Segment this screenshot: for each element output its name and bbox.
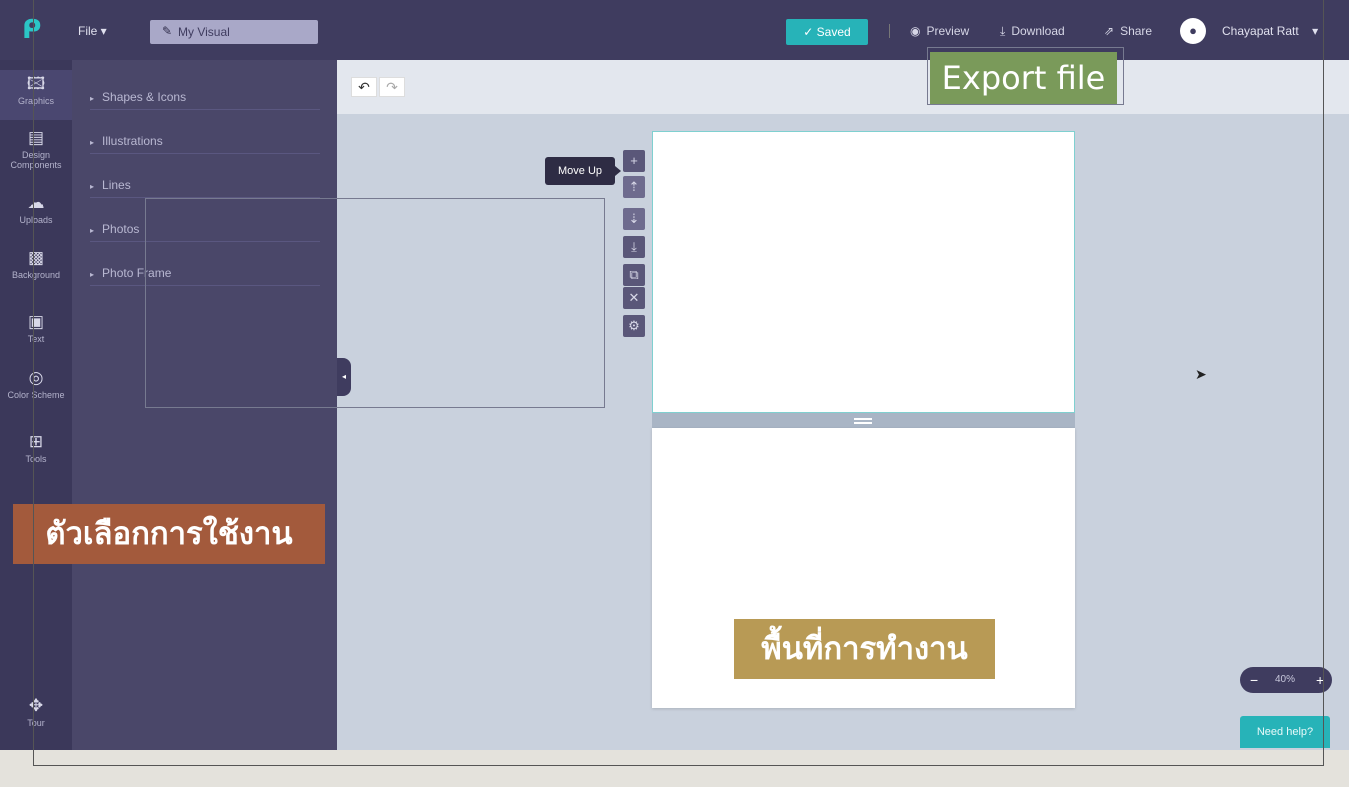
zoom-out-button[interactable]: − bbox=[1250, 667, 1258, 693]
sidebar-item-tour[interactable]: ✥ Tour bbox=[0, 696, 72, 728]
canvas-page-1[interactable] bbox=[652, 131, 1075, 413]
compass-icon: ✥ bbox=[28, 696, 44, 715]
sidebar-item-tools[interactable]: ⊞ Tools bbox=[0, 432, 72, 464]
cloud-upload-icon: ☁ bbox=[27, 193, 45, 212]
add-block-button[interactable]: + bbox=[623, 150, 645, 172]
sidebar-item-label: Text bbox=[27, 334, 45, 344]
panel-item-shapes-icons[interactable]: ▸ Shapes & Icons bbox=[90, 66, 320, 110]
sidebar-item-label: Background bbox=[11, 270, 61, 280]
panel-item-lines[interactable]: ▸ Lines bbox=[90, 154, 320, 198]
top-bar: ᑭ File ▾ ✎ My Visual ✓ Saved ◉ Preview ⤓ D… bbox=[0, 0, 1349, 60]
sidebar-item-label: Uploads bbox=[19, 215, 53, 225]
sidebar-item-graphics[interactable]: 🖾 Graphics bbox=[0, 70, 72, 120]
panel-item-label: Photos bbox=[102, 222, 140, 236]
delete-block-button[interactable]: ✕ bbox=[623, 287, 645, 309]
sidebar-item-text[interactable]: ▣ Text bbox=[0, 312, 72, 344]
document-title-field[interactable]: ✎ My Visual bbox=[150, 20, 318, 44]
panel-item-label: Illustrations bbox=[102, 134, 163, 148]
sidebar-item-background[interactable]: ▩ Background bbox=[0, 248, 72, 280]
duplicate-block-button[interactable]: ⧉ bbox=[623, 264, 645, 286]
panel-item-label: Photo Frame bbox=[102, 266, 172, 280]
mouse-cursor-icon: ➤ bbox=[1195, 366, 1207, 382]
download-icon: ⤓ bbox=[1000, 24, 1006, 38]
user-name: Chayapat Ratt bbox=[1222, 24, 1299, 38]
caret-right-icon: ▸ bbox=[90, 270, 95, 279]
image-icon: 🖾 bbox=[26, 74, 46, 93]
graphics-panel: ▸ Shapes & Icons ▸ Illustrations ▸ Lines ▸ P… bbox=[72, 60, 337, 750]
eye-icon: ◉ bbox=[910, 24, 921, 38]
saved-button[interactable]: ✓ Saved bbox=[786, 19, 868, 45]
sidebar-item-design-components[interactable]: ▤ Design Components bbox=[0, 128, 72, 170]
caret-right-icon: ▸ bbox=[90, 226, 95, 235]
zoom-control: − 40% + bbox=[1240, 667, 1332, 693]
download-button[interactable]: ⤓ Download bbox=[1000, 24, 1065, 39]
background-icon: ▩ bbox=[27, 248, 45, 267]
file-menu[interactable]: File ▾ bbox=[78, 24, 107, 38]
sidebar-item-color-scheme[interactable]: ◎ Color Scheme bbox=[0, 368, 72, 400]
drag-handle-icon[interactable] bbox=[854, 418, 872, 424]
panel-item-illustrations[interactable]: ▸ Illustrations bbox=[90, 110, 320, 154]
redo-icon[interactable]: ↷ bbox=[379, 77, 405, 97]
undo-icon[interactable]: ↶ bbox=[351, 77, 377, 97]
zoom-level: 40% bbox=[1275, 674, 1296, 685]
app-window: ᑭ File ▾ ✎ My Visual ✓ Saved ◉ Preview ⤓ D… bbox=[0, 0, 1349, 750]
move-up-button[interactable]: ⇡ bbox=[623, 176, 645, 198]
canvas-toolbar: ↶ ↷ bbox=[337, 60, 1349, 114]
tooltip: Move Up bbox=[545, 157, 621, 185]
palette-icon: ◎ bbox=[28, 368, 44, 387]
caret-right-icon: ▸ bbox=[90, 182, 95, 191]
components-icon: ▤ bbox=[27, 128, 45, 147]
zoom-in-button[interactable]: + bbox=[1316, 667, 1324, 693]
move-down-button[interactable]: ⇣ bbox=[623, 208, 645, 230]
move-bottom-button[interactable]: ⤓ bbox=[623, 236, 645, 258]
block-settings-button[interactable]: ⚙ bbox=[623, 315, 645, 337]
text-icon: ▣ bbox=[27, 312, 45, 331]
panel-item-label: Lines bbox=[102, 178, 131, 192]
panel-item-photos[interactable]: ▸ Photos bbox=[90, 198, 320, 242]
sidebar-item-label: Color Scheme bbox=[7, 390, 65, 400]
panel-item-photo-frame[interactable]: ▸ Photo Frame bbox=[90, 242, 320, 286]
share-label: Share bbox=[1120, 24, 1153, 38]
preview-label: Preview bbox=[926, 24, 970, 38]
sidebar-item-label: Tools bbox=[25, 454, 47, 464]
sidebar-item-label: Design Components bbox=[10, 150, 62, 170]
caret-right-icon: ▸ bbox=[90, 94, 95, 103]
options-annotation-label: ตัวเลือกการใช้งาน bbox=[13, 504, 325, 564]
pencil-icon: ✎ bbox=[162, 24, 173, 38]
chevron-down-icon: ▾ bbox=[1312, 24, 1319, 38]
user-menu[interactable]: Chayapat Ratt ▾ bbox=[1222, 24, 1318, 38]
divider bbox=[889, 24, 890, 38]
caret-right-icon: ▸ bbox=[90, 138, 95, 147]
p-logo-icon[interactable]: ᑭ bbox=[22, 16, 48, 44]
document-title: My Visual bbox=[178, 25, 230, 39]
workspace-annotation-label: พื้นที่การทำงาน bbox=[734, 619, 995, 679]
panel-item-label: Shapes & Icons bbox=[102, 90, 187, 104]
need-help-button[interactable]: Need help? bbox=[1240, 716, 1330, 748]
export-annotation-label: Export file bbox=[930, 52, 1117, 104]
collapse-panel-button[interactable]: ◂ bbox=[337, 358, 351, 396]
toolbox-icon: ⊞ bbox=[28, 432, 44, 451]
share-button[interactable]: ⇗ Share bbox=[1104, 24, 1152, 38]
sidebar-item-label: Graphics bbox=[17, 96, 54, 106]
share-icon: ⇗ bbox=[1104, 24, 1115, 38]
sidebar-item-label: Tour bbox=[27, 718, 45, 728]
page-divider[interactable] bbox=[652, 413, 1075, 428]
preview-button[interactable]: ◉ Preview bbox=[910, 24, 969, 38]
sidebar-rail: 🖾 Graphics ▤ Design Components ☁ Uploads… bbox=[0, 60, 72, 750]
download-label: Download bbox=[1011, 24, 1065, 38]
avatar[interactable]: ● bbox=[1180, 18, 1206, 44]
sidebar-item-uploads[interactable]: ☁ Uploads bbox=[0, 193, 72, 225]
